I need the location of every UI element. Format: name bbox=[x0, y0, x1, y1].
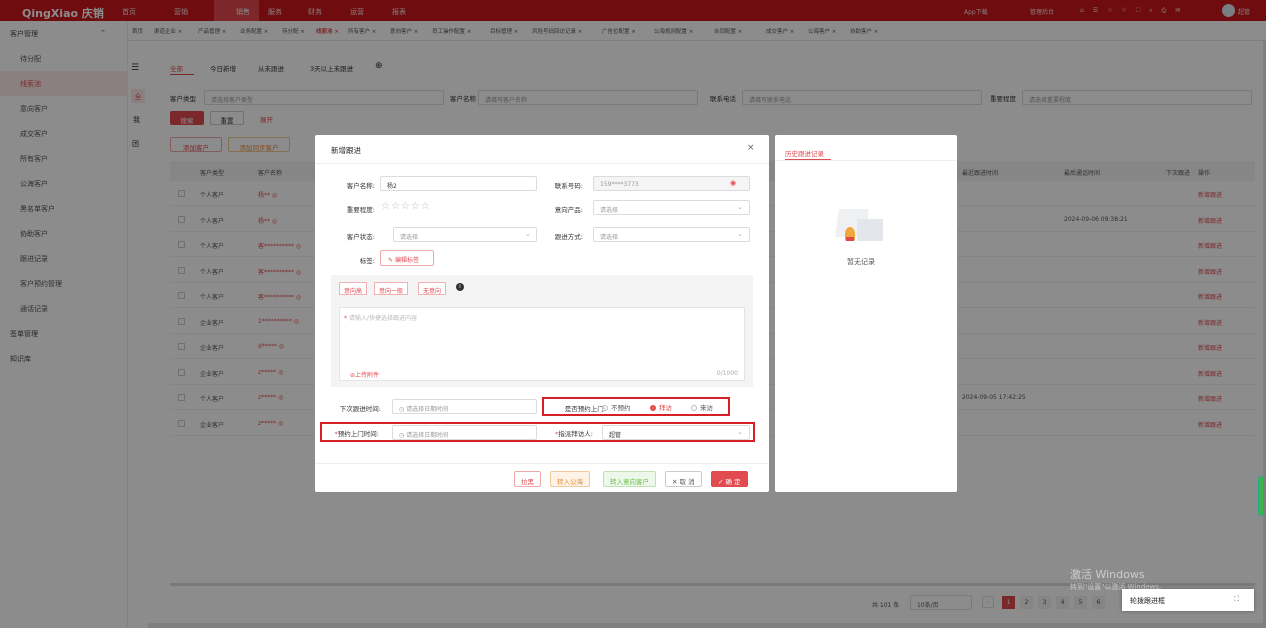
empty-text: 暂无记录 bbox=[847, 258, 875, 266]
status-select[interactable]: 请选择 bbox=[393, 227, 537, 242]
dial-float-label: 轮拨跟进框 bbox=[1130, 597, 1165, 605]
visit-option-visit[interactable]: 拜访 bbox=[650, 402, 672, 412]
dial-float-panel[interactable]: 轮拨跟进框 ⛶ bbox=[1122, 589, 1254, 611]
divider bbox=[775, 160, 957, 161]
appt-time-picker[interactable]: ◷ 请选择日期时间 bbox=[392, 425, 537, 440]
upload-attachment-link[interactable]: ⊘上传附件 bbox=[350, 370, 379, 379]
next-time-label: 下次跟进时间: bbox=[339, 405, 381, 413]
char-counter: 0/1000 bbox=[716, 370, 738, 377]
method-label: 跟进方式: bbox=[554, 233, 583, 241]
tags-label: 标签: bbox=[359, 257, 375, 265]
star-rating[interactable]: ☆☆☆☆☆ bbox=[381, 201, 431, 212]
blacklist-button[interactable]: 拉黑 bbox=[514, 471, 541, 487]
windows-watermark-title: 激活 Windows bbox=[1070, 568, 1145, 581]
quick-tag-none[interactable]: 无意向 bbox=[418, 282, 447, 295]
info-icon[interactable]: i bbox=[456, 283, 464, 291]
edit-tags-button[interactable]: ✎ 编辑标签 bbox=[380, 250, 434, 266]
confirm-button[interactable]: ✓ 确 定 bbox=[711, 471, 748, 487]
history-tab[interactable]: 历史跟进记录 bbox=[785, 148, 824, 158]
importance-label: 重要程度: bbox=[346, 206, 375, 214]
visitor-select[interactable]: 超管 bbox=[602, 425, 750, 440]
history-panel: 历史跟进记录 暂无记录 bbox=[775, 135, 957, 492]
visit-option-none[interactable]: 不预约 bbox=[602, 402, 631, 412]
phone-input[interactable]: 159****3773 bbox=[593, 176, 750, 191]
cancel-button[interactable]: ✕ 取 消 bbox=[665, 471, 702, 487]
followup-dialog: 新增跟进 × 客户名称: 杨2 联系号码: 159****3773 ◉ 重要程度… bbox=[315, 135, 769, 492]
divider bbox=[315, 163, 769, 164]
chevron-down-icon: ⌄ bbox=[737, 230, 743, 238]
status-label: 客户状态: bbox=[346, 233, 375, 241]
product-select[interactable]: 请选择 bbox=[593, 200, 750, 215]
product-label: 意向产品: bbox=[554, 206, 583, 214]
content-textarea[interactable]: * 请输入/快捷选择跟进内容 ⊘上传附件 0/1000 bbox=[339, 307, 745, 381]
visitor-label: *指派拜访人: bbox=[555, 430, 593, 438]
eye-icon[interactable]: ◉ bbox=[730, 179, 736, 187]
empty-illustration-icon bbox=[833, 207, 895, 247]
close-icon[interactable]: × bbox=[747, 143, 755, 153]
expand-icon[interactable]: ⛶ bbox=[1234, 595, 1239, 604]
quick-tag-high[interactable]: 意向高 bbox=[339, 282, 368, 295]
name-input[interactable]: 杨2 bbox=[380, 176, 537, 191]
name-label: 客户名称: bbox=[346, 182, 375, 190]
method-select[interactable]: 请选择 bbox=[593, 227, 750, 242]
footer-divider bbox=[315, 463, 769, 464]
phone-label: 联系号码: bbox=[554, 182, 583, 190]
to-sea-button[interactable]: 转入公海 bbox=[550, 471, 590, 487]
chevron-down-icon: ⌄ bbox=[737, 203, 743, 211]
appt-time-label: *预约上门时间: bbox=[334, 430, 379, 438]
visit-label: 是否预约上门: bbox=[564, 405, 606, 413]
content-area: 意向高 意向一般 无意向 i * 请输入/快捷选择跟进内容 ⊘上传附件 0/10… bbox=[331, 275, 753, 387]
quick-tag-medium[interactable]: 意向一般 bbox=[374, 282, 409, 295]
content-placeholder: * 请输入/快捷选择跟进内容 bbox=[344, 315, 417, 322]
next-time-picker[interactable]: ◷ 请选择日期时间 bbox=[392, 399, 537, 414]
chevron-down-icon: ⌄ bbox=[737, 428, 743, 436]
visit-option-come[interactable]: 来访 bbox=[691, 402, 713, 412]
dialog-title: 新增跟进 bbox=[331, 146, 361, 155]
to-intent-button[interactable]: 转入意向客户 bbox=[603, 471, 656, 487]
side-handle[interactable] bbox=[1258, 476, 1264, 516]
